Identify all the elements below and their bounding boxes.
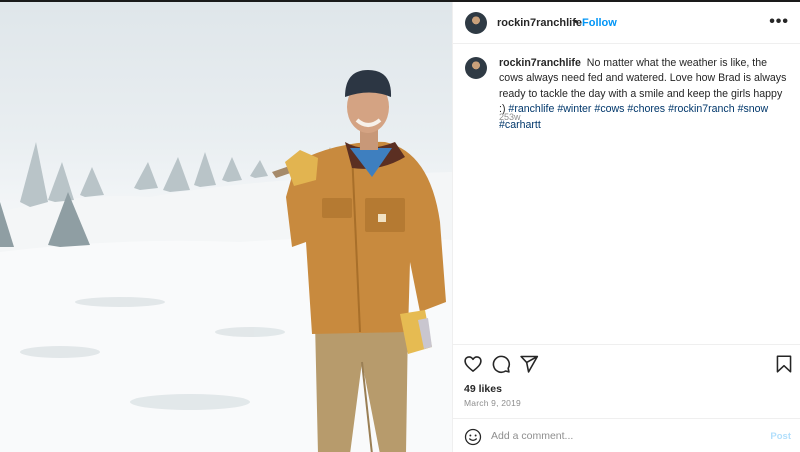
post-detail-panel: rockin7ranchlife • Follow ••• rockin7ran… xyxy=(452,2,800,452)
snow-field-photo xyxy=(0,70,452,452)
heart-icon[interactable] xyxy=(463,354,483,379)
share-icon[interactable] xyxy=(519,354,539,379)
author-username[interactable]: rockin7ranchlife xyxy=(497,17,582,29)
comment-icon[interactable] xyxy=(491,354,511,379)
comment-bar: Post xyxy=(453,418,800,452)
caption-username[interactable]: rockin7ranchlife xyxy=(499,57,581,69)
post-header: rockin7ranchlife • Follow ••• xyxy=(453,2,800,44)
action-bar xyxy=(453,352,800,376)
hashtag-link[interactable]: #chores xyxy=(627,103,665,115)
follow-button[interactable]: Follow xyxy=(582,17,617,29)
post-photo[interactable] xyxy=(0,2,452,452)
likes-count[interactable]: 49 likes xyxy=(464,383,502,395)
comment-input[interactable] xyxy=(491,426,751,446)
hashtag-link[interactable]: #rockin7ranch xyxy=(668,103,735,115)
avatar[interactable] xyxy=(465,57,487,79)
caption-age[interactable]: 253w xyxy=(499,112,521,122)
avatar[interactable] xyxy=(465,12,487,34)
hashtag-link[interactable]: #cows xyxy=(594,103,624,115)
more-icon[interactable]: ••• xyxy=(769,13,789,31)
post-caption: rockin7ranchlife No matter what the weat… xyxy=(499,56,787,133)
bookmark-icon[interactable] xyxy=(775,354,793,379)
hashtag-link[interactable]: #snow xyxy=(738,103,769,115)
smile-icon[interactable] xyxy=(464,428,482,451)
hashtag-link[interactable]: #winter xyxy=(557,103,591,115)
separator-dot: • xyxy=(574,16,578,28)
post-comment-button[interactable]: Post xyxy=(770,431,791,442)
caption-section: rockin7ranchlife No matter what the weat… xyxy=(453,44,800,345)
post-date: March 9, 2019 xyxy=(464,398,521,408)
